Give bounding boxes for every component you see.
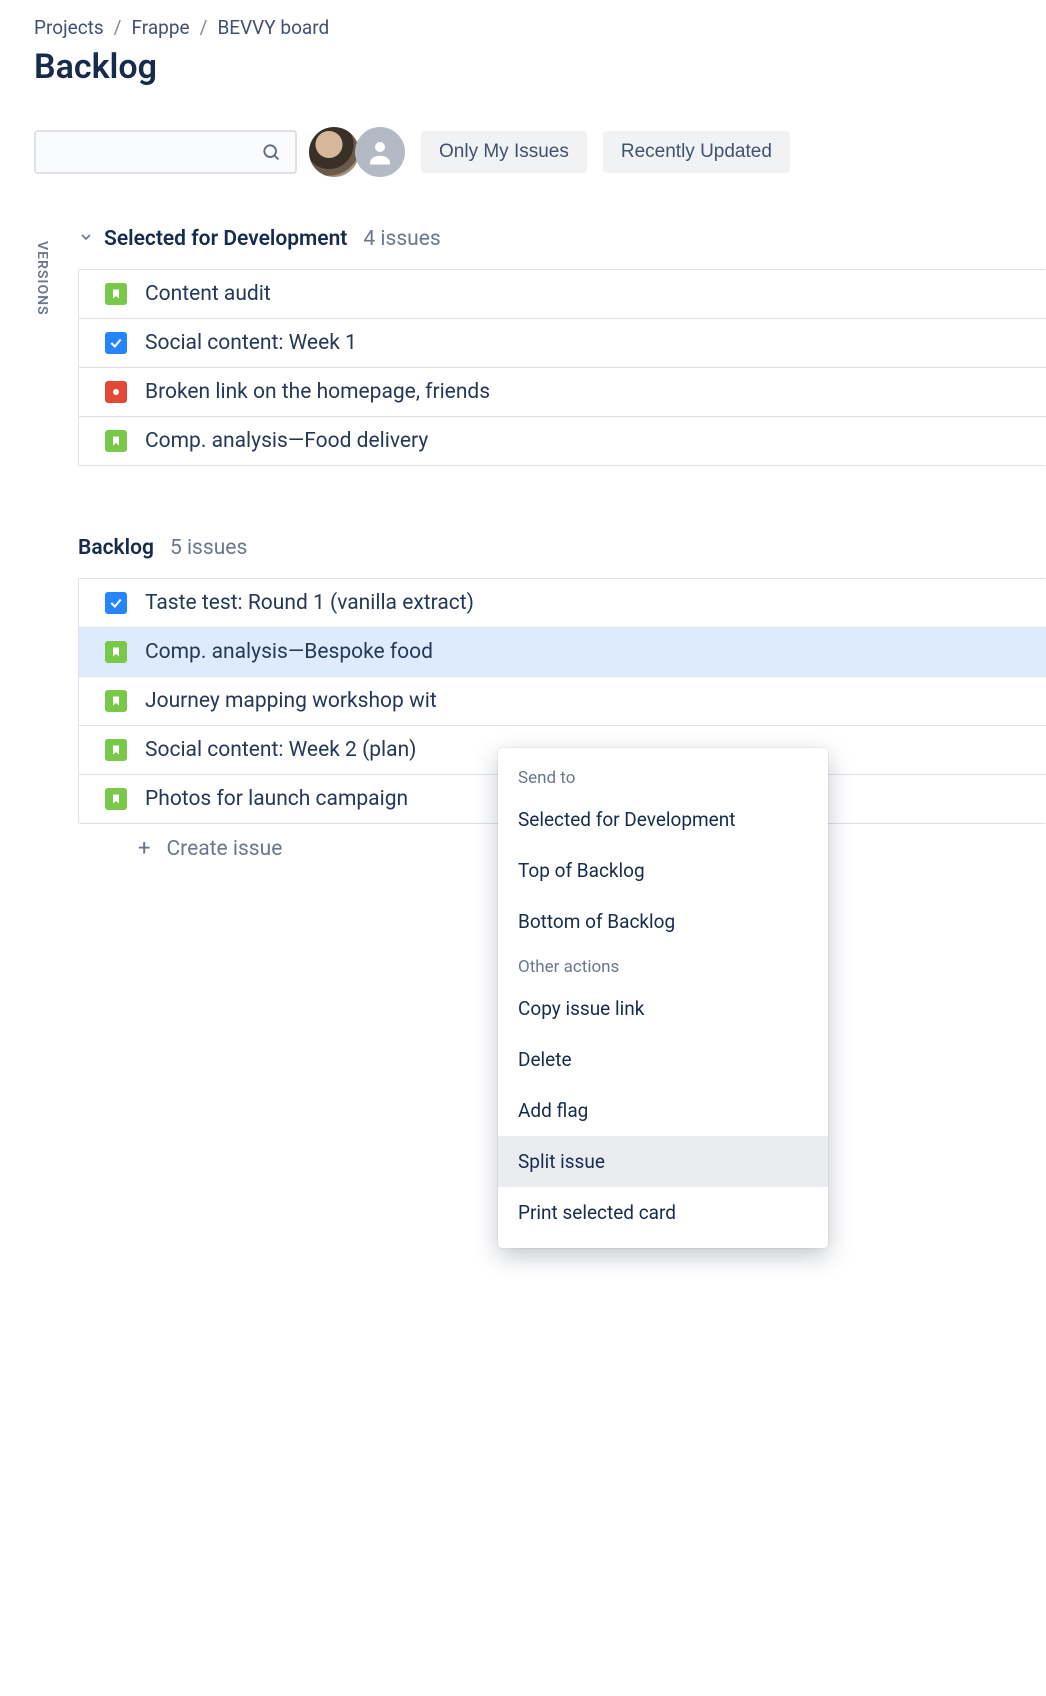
issue-title: Comp. analysis—Food delivery: [145, 429, 428, 453]
story-icon: [105, 739, 127, 761]
task-icon: [105, 332, 127, 354]
page-title: Backlog: [34, 47, 1046, 87]
breadcrumb-projects[interactable]: Projects: [34, 16, 104, 39]
breadcrumb: Projects / Frappe / BEVVY board: [34, 16, 1046, 39]
issue-title: Comp. analysis—Bespoke food: [145, 640, 433, 664]
issue-row[interactable]: Comp. analysis—Food delivery: [78, 417, 1046, 465]
versions-panel-tab[interactable]: VERSIONS: [34, 227, 60, 861]
chevron-down-icon: [78, 229, 94, 249]
selected-issue-list: Content audit Social content: Week 1 Bro…: [78, 269, 1046, 466]
breadcrumb-separator: /: [200, 16, 208, 39]
issue-title: Content audit: [145, 282, 271, 306]
avatar-unassigned[interactable]: [355, 127, 405, 177]
menu-split-issue[interactable]: Split issue: [498, 1136, 828, 1187]
toolbar: Only My Issues Recently Updated: [34, 127, 1046, 177]
assignee-avatars: [313, 127, 405, 177]
story-icon: [105, 690, 127, 712]
section-title: Selected for Development: [104, 227, 347, 251]
issue-title: Social content: Week 1: [145, 331, 357, 355]
menu-delete[interactable]: Delete: [498, 1034, 828, 1085]
section-header-backlog[interactable]: Backlog 5 issues: [78, 536, 1046, 560]
story-icon: [105, 641, 127, 663]
menu-group-send-to: Send to: [498, 758, 828, 794]
menu-send-bottom-backlog[interactable]: Bottom of Backlog: [498, 896, 828, 947]
issue-context-menu: Send to Selected for Development Top of …: [498, 748, 828, 1248]
section-header-selected[interactable]: Selected for Development 4 issues: [78, 227, 1046, 251]
section-issue-count: 4 issues: [363, 227, 440, 251]
breadcrumb-separator: /: [114, 16, 122, 39]
section-title: Backlog: [78, 536, 154, 560]
menu-group-other: Other actions: [498, 947, 828, 983]
issue-row[interactable]: Social content: Week 1: [78, 319, 1046, 368]
avatar-user-1[interactable]: [309, 127, 359, 177]
story-icon: [105, 283, 127, 305]
only-my-issues-button[interactable]: Only My Issues: [421, 131, 587, 173]
menu-send-selected-dev[interactable]: Selected for Development: [498, 794, 828, 845]
search-input[interactable]: [34, 130, 297, 174]
issue-title: Social content: Week 2 (plan): [145, 738, 416, 762]
issue-row[interactable]: Taste test: Round 1 (vanilla extract): [78, 579, 1046, 628]
breadcrumb-project[interactable]: Frappe: [132, 16, 190, 39]
issue-title: Photos for launch campaign: [145, 787, 408, 811]
issue-row[interactable]: Journey mapping workshop wit: [78, 677, 1046, 726]
bug-icon: [105, 381, 127, 403]
plus-icon: +: [138, 836, 150, 861]
section-issue-count: 5 issues: [170, 536, 247, 560]
recently-updated-button[interactable]: Recently Updated: [603, 131, 790, 173]
menu-add-flag[interactable]: Add flag: [498, 1085, 828, 1136]
create-issue-label: Create issue: [166, 837, 282, 861]
breadcrumb-board[interactable]: BEVVY board: [217, 16, 329, 39]
issue-title: Broken link on the homepage, friends: [145, 380, 490, 404]
issue-row[interactable]: Comp. analysis—Bespoke food: [78, 628, 1046, 677]
story-icon: [105, 430, 127, 452]
task-icon: [105, 592, 127, 614]
menu-print-card[interactable]: Print selected card: [498, 1187, 828, 1238]
issue-title: Journey mapping workshop wit: [145, 689, 437, 713]
menu-copy-issue-link[interactable]: Copy issue link: [498, 983, 828, 1034]
story-icon: [105, 788, 127, 810]
menu-send-top-backlog[interactable]: Top of Backlog: [498, 845, 828, 896]
issue-row[interactable]: Broken link on the homepage, friends: [78, 368, 1046, 417]
issue-title: Taste test: Round 1 (vanilla extract): [145, 591, 474, 615]
issue-row[interactable]: Content audit: [78, 270, 1046, 319]
search-icon: [261, 142, 281, 162]
